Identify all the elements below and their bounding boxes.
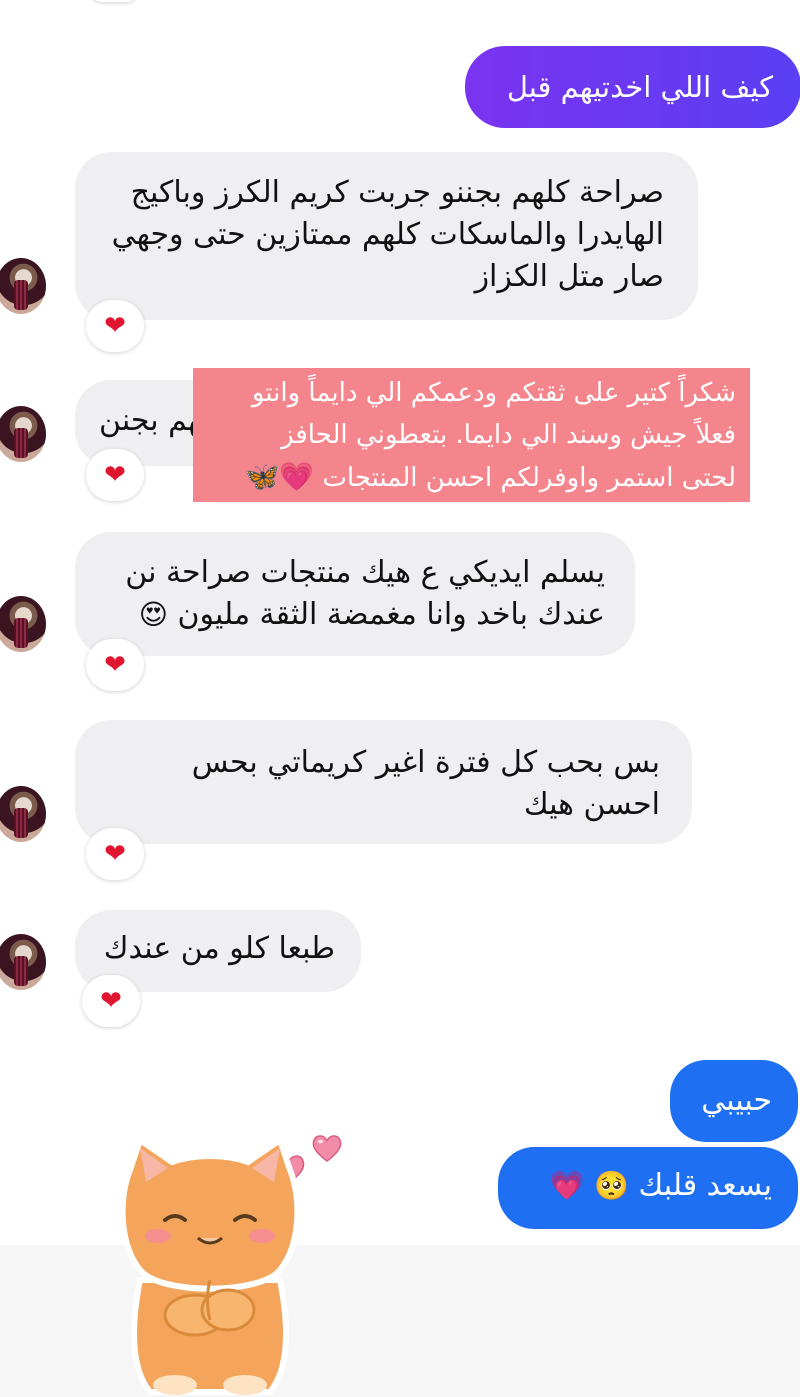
growing-heart-icon: 💗 (279, 460, 315, 493)
growing-heart-icon: 💗 (549, 1169, 585, 1202)
reaction-heart[interactable]: ❤ (86, 449, 144, 501)
message-text: يسلم ايديكي ع هيك منتجات صراحة نن عندك ب… (125, 555, 605, 632)
message-text: كيف اللي اخدتيهم قبل (506, 70, 773, 104)
message-text: يسعد قلبك (638, 1168, 772, 1203)
sent-message-8[interactable]: يسعد قلبك 🥺 💗 (498, 1147, 798, 1229)
caption-line-2: فعلاً جيش وسند الي دايما. بتعطوني الحافز (281, 420, 736, 450)
contact-avatar[interactable] (0, 934, 46, 990)
reaction-heart-partial[interactable]: ❤ (90, 0, 138, 2)
reaction-heart[interactable]: ❤ (86, 639, 144, 691)
received-message-5[interactable]: بس بحب كل فترة اغير كريماتي بحس احسن هيك (75, 720, 692, 844)
message-text: طبعا كلو من عندك (103, 931, 335, 966)
contact-avatar[interactable] (0, 406, 46, 462)
floating-heart-icon (312, 1135, 342, 1163)
heart-eyes-icon: 😍 (138, 598, 168, 631)
story-caption-overlay: شكراً كتير على ثقتكم ودعمكم الي دايماً و… (193, 368, 750, 502)
contact-avatar[interactable] (0, 258, 46, 314)
contact-avatar[interactable] (0, 786, 46, 842)
message-text: حبيبي (701, 1083, 772, 1118)
reaction-heart[interactable]: ❤ (86, 828, 144, 880)
butterfly-icon: 🦋 (244, 460, 280, 493)
received-message-2[interactable]: صراحة كلهم بجننو جربت كريم الكرز وباكيج … (75, 152, 698, 320)
contact-avatar[interactable] (0, 596, 46, 652)
sent-message-1[interactable]: كيف اللي اخدتيهم قبل (465, 46, 800, 128)
received-message-4[interactable]: يسلم ايديكي ع هيك منتجات صراحة نن عندك ب… (75, 532, 635, 656)
sent-message-7[interactable]: حبيبي (670, 1060, 798, 1142)
message-text: صراحة كلهم بجننو جربت كريم الكرز وباكيج … (111, 175, 664, 294)
reaction-heart[interactable]: ❤ (86, 300, 144, 352)
reaction-heart[interactable]: ❤ (82, 975, 140, 1027)
caption-line-3: لحتى استمر واوفرلكم احسن المنتجات 💗🦋 (244, 460, 736, 493)
cat-sticker (119, 1135, 301, 1395)
message-text: بس بحب كل فترة اغير كريماتي بحس احسن هيك (191, 745, 660, 822)
caption-line-1: شكراً كتير على ثقتكم ودعمكم الي دايماً و… (251, 378, 736, 408)
pleading-face-icon: 🥺 (594, 1169, 629, 1202)
